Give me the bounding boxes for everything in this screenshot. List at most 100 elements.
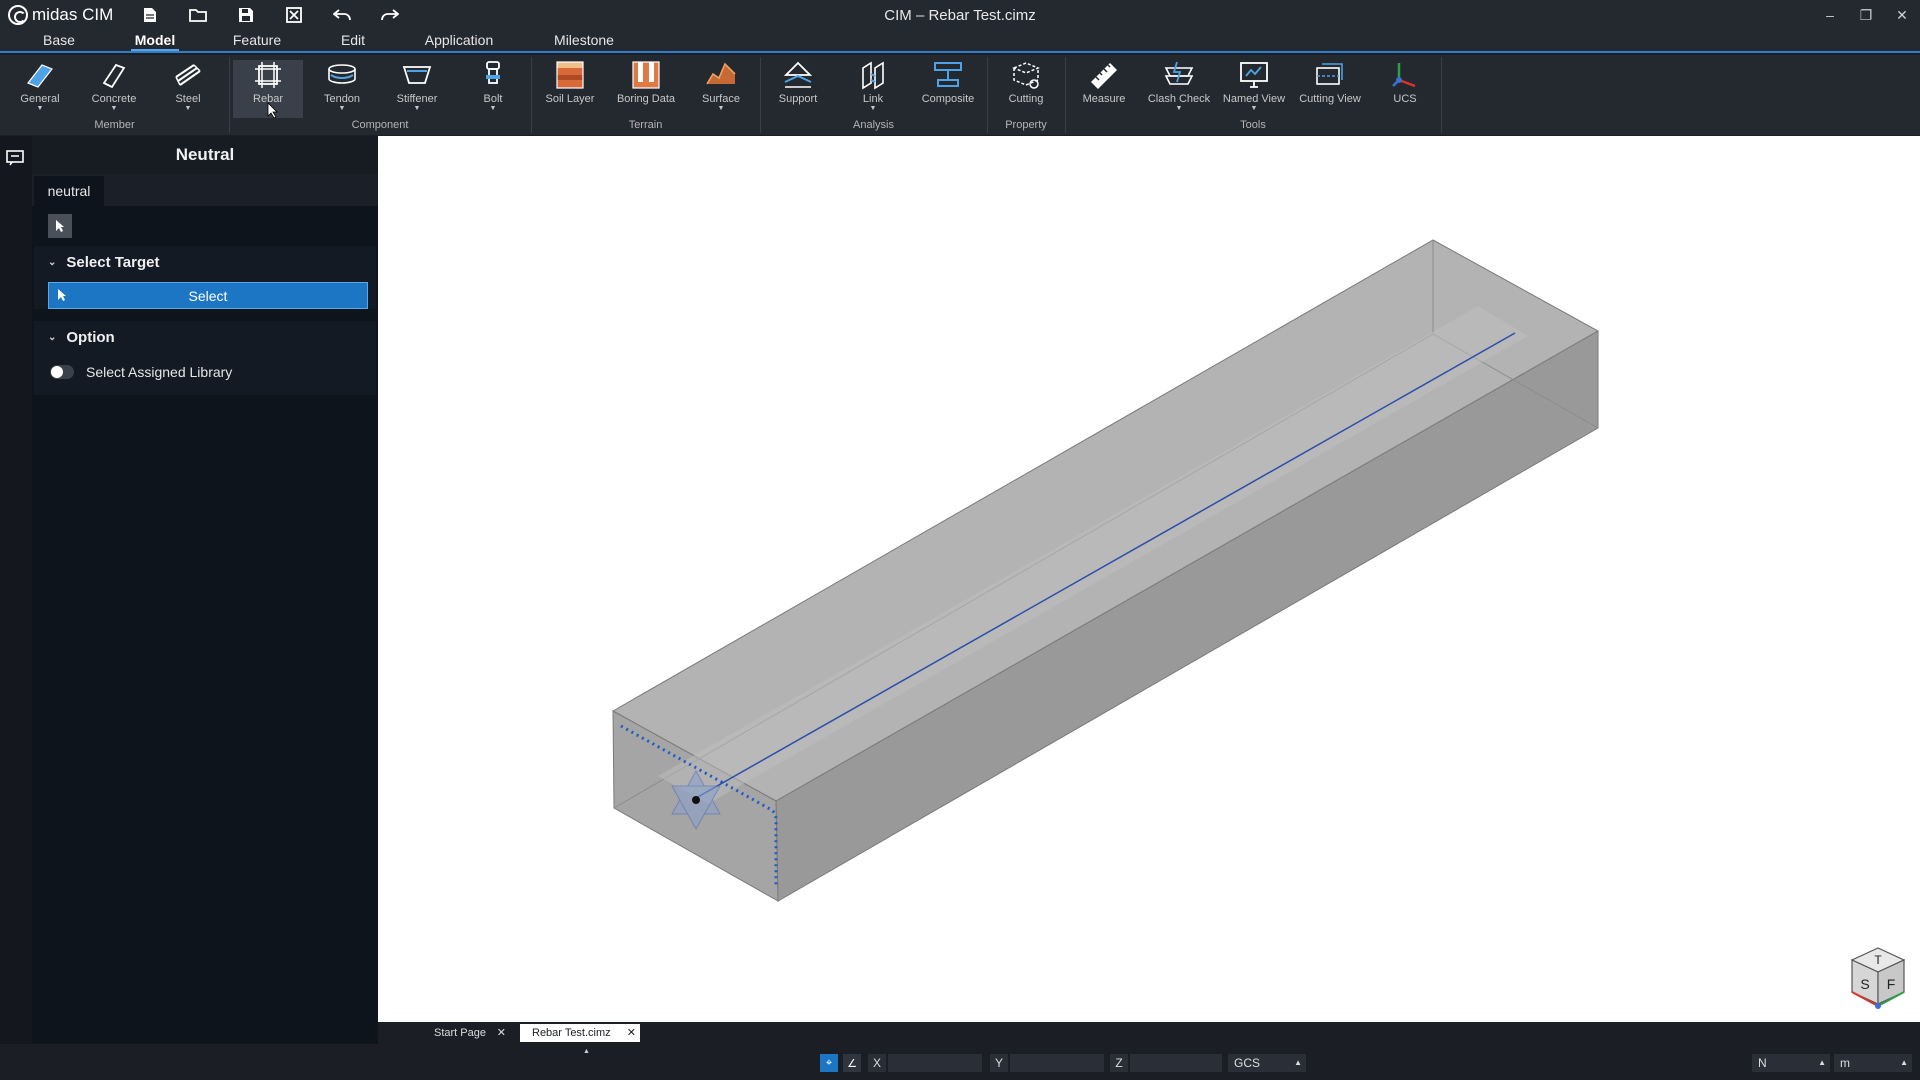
boring-data-button[interactable]: Boring Data bbox=[613, 60, 679, 118]
link-dropdown-caret[interactable]: ▼ bbox=[840, 105, 906, 113]
view-cube[interactable]: T S F bbox=[1848, 944, 1908, 1010]
general-label: General bbox=[20, 93, 60, 105]
stiffener-dropdown-caret[interactable]: ▼ bbox=[384, 105, 450, 113]
cutting-view-icon bbox=[1313, 60, 1347, 90]
y-coordinate-field[interactable] bbox=[1010, 1054, 1104, 1072]
z-coordinate-field[interactable] bbox=[1130, 1054, 1222, 1072]
tab-milestone[interactable]: Milestone bbox=[551, 32, 617, 51]
redo-icon[interactable] bbox=[366, 0, 414, 30]
option-header[interactable]: ⌄ Option bbox=[34, 321, 376, 355]
group-label-property: Property bbox=[1005, 119, 1047, 131]
view-cube-top-label[interactable]: T bbox=[1874, 953, 1882, 967]
bolt-label: Bolt bbox=[483, 93, 503, 105]
close-window-button[interactable]: ✕ bbox=[1884, 0, 1920, 30]
soil-layer-button[interactable]: Soil Layer bbox=[537, 60, 603, 118]
tab-model[interactable]: Model bbox=[131, 32, 179, 51]
model-viewport[interactable]: T S F bbox=[378, 136, 1920, 1022]
box-inner-shade bbox=[658, 306, 1528, 804]
select-target-header[interactable]: ⌄ Select Target bbox=[34, 246, 376, 280]
save-icon[interactable] bbox=[222, 0, 270, 30]
x-coordinate-field[interactable] bbox=[888, 1054, 982, 1072]
doc-tab-start-page[interactable]: Start Page ✕ bbox=[398, 1024, 510, 1042]
steel-dropdown-caret[interactable]: ▼ bbox=[155, 105, 221, 113]
bolt-icon bbox=[476, 60, 510, 90]
concrete-button[interactable]: Concrete ▼ bbox=[81, 60, 147, 118]
steel-icon bbox=[171, 60, 205, 90]
tab-neutral[interactable]: neutral bbox=[34, 176, 104, 206]
ucs-button[interactable]: UCS bbox=[1372, 60, 1438, 118]
pointer-icon bbox=[56, 220, 64, 232]
close-tab-icon[interactable]: ✕ bbox=[627, 1024, 636, 1042]
minimize-button[interactable]: – bbox=[1812, 0, 1848, 30]
general-button[interactable]: General ▼ bbox=[7, 60, 73, 118]
link-button[interactable]: Link ▼ bbox=[840, 60, 906, 118]
close-file-icon[interactable] bbox=[270, 0, 318, 30]
cutting-button[interactable]: Cutting bbox=[993, 60, 1059, 118]
option-title: Option bbox=[66, 329, 115, 346]
surface-button[interactable]: Surface ▼ bbox=[688, 60, 754, 118]
named-view-button[interactable]: Named View ▼ bbox=[1220, 60, 1288, 118]
close-tab-icon[interactable]: ✕ bbox=[497, 1024, 506, 1042]
concrete-dropdown-caret[interactable]: ▼ bbox=[81, 105, 147, 113]
restore-button[interactable]: ❐ bbox=[1848, 0, 1884, 30]
rebar-button[interactable]: Rebar bbox=[233, 60, 303, 118]
bolt-dropdown-caret[interactable]: ▼ bbox=[460, 105, 526, 113]
support-label: Support bbox=[778, 93, 818, 105]
pointer-tool-button[interactable] bbox=[48, 214, 72, 238]
tab-feature[interactable]: Feature bbox=[228, 32, 286, 51]
panel-tab-bar: neutral bbox=[32, 174, 378, 206]
named-view-dropdown-caret[interactable]: ▼ bbox=[1220, 105, 1288, 113]
tab-application[interactable]: Application bbox=[422, 32, 496, 51]
select-button[interactable]: Select bbox=[48, 282, 368, 309]
model-canvas[interactable] bbox=[378, 136, 1920, 1022]
select-assigned-library-row: Select Assigned Library bbox=[34, 355, 376, 389]
cutting-view-button[interactable]: Cutting View bbox=[1295, 60, 1365, 118]
angle-icon[interactable]: ∠ bbox=[843, 1054, 861, 1072]
support-button[interactable]: Support bbox=[765, 60, 831, 118]
concrete-label: Concrete bbox=[91, 93, 137, 105]
select-assigned-library-toggle[interactable] bbox=[50, 365, 74, 379]
composite-label: Composite bbox=[921, 93, 975, 105]
open-folder-icon[interactable] bbox=[174, 0, 222, 30]
tab-edit[interactable]: Edit bbox=[336, 32, 370, 51]
ucs-icon bbox=[1388, 60, 1422, 90]
soil-layer-label: Soil Layer bbox=[545, 93, 595, 105]
clash-check-dropdown-caret[interactable]: ▼ bbox=[1145, 105, 1213, 113]
app-logo: midas CIM bbox=[8, 5, 126, 25]
midas-logo-icon bbox=[8, 5, 28, 25]
steel-label: Steel bbox=[175, 93, 201, 105]
caret-up-icon: ▲ bbox=[1818, 1058, 1826, 1067]
length-unit-value: m bbox=[1840, 1056, 1850, 1070]
force-unit-select[interactable]: N ▲ bbox=[1752, 1054, 1830, 1072]
left-toolstrip bbox=[0, 136, 32, 1044]
rebar-longitudinal-line[interactable] bbox=[695, 332, 1516, 799]
tab-base[interactable]: Base bbox=[38, 32, 80, 51]
measure-label: Measure bbox=[1082, 93, 1126, 105]
general-dropdown-caret[interactable]: ▼ bbox=[7, 105, 73, 113]
caret-up-icon[interactable]: ▲ bbox=[583, 1048, 590, 1055]
clash-check-label: Clash Check bbox=[1147, 93, 1211, 105]
tendon-dropdown-caret[interactable]: ▼ bbox=[309, 105, 375, 113]
select-target-section: ⌄ Select Target Select bbox=[34, 246, 376, 309]
clash-check-button[interactable]: Clash Check ▼ bbox=[1145, 60, 1213, 118]
length-unit-select[interactable]: m ▲ bbox=[1834, 1054, 1912, 1072]
cutting-icon bbox=[1009, 60, 1043, 90]
doc-tab-rebar-test[interactable]: Rebar Test.cimz ✕ bbox=[520, 1024, 640, 1042]
caret-up-icon: ▲ bbox=[1294, 1058, 1302, 1067]
steel-button[interactable]: Steel ▼ bbox=[155, 60, 221, 118]
panel-toggle-icon[interactable] bbox=[6, 150, 26, 168]
view-cube-side-label[interactable]: S bbox=[1860, 976, 1869, 992]
select-target-title: Select Target bbox=[66, 254, 160, 271]
new-file-icon[interactable] bbox=[126, 0, 174, 30]
composite-button[interactable]: Composite bbox=[915, 60, 981, 118]
measure-button[interactable]: Measure bbox=[1071, 60, 1137, 118]
view-cube-front-label[interactable]: F bbox=[1887, 976, 1896, 992]
bolt-button[interactable]: Bolt ▼ bbox=[460, 60, 526, 118]
undo-icon[interactable] bbox=[318, 0, 366, 30]
stiffener-button[interactable]: Stiffener ▼ bbox=[384, 60, 450, 118]
snap-icon[interactable]: ⌖ bbox=[820, 1054, 838, 1072]
surface-dropdown-caret[interactable]: ▼ bbox=[688, 105, 754, 113]
coordinate-system-select[interactable]: GCS ▲ bbox=[1228, 1054, 1306, 1072]
link-label: Link bbox=[862, 93, 884, 105]
tendon-button[interactable]: Tendon ▼ bbox=[309, 60, 375, 118]
